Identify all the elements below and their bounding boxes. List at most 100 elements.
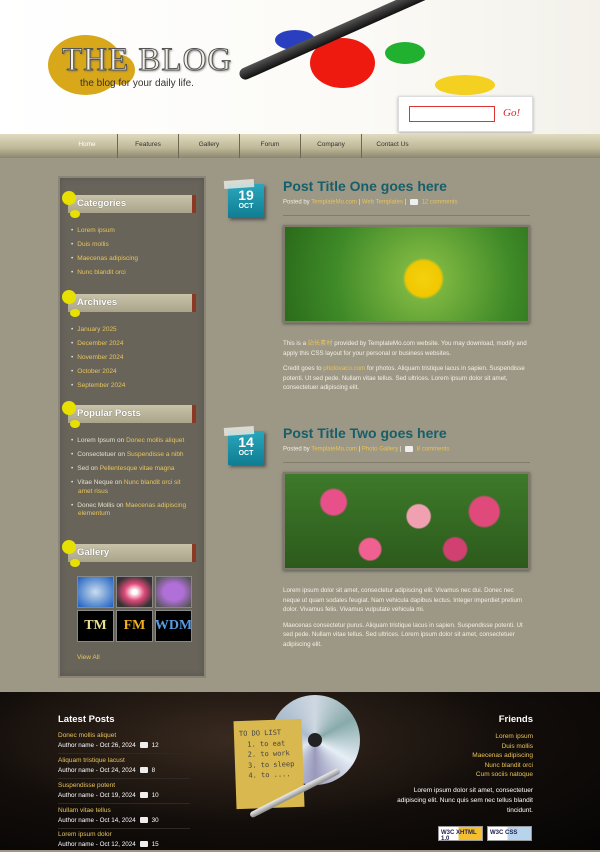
latest-post-item: Lorem ipsum dolor Author name - Oct 12, 2… (58, 831, 190, 852)
text: Credit goes to (283, 365, 324, 372)
latest-post-link[interactable]: Aliquam tristique lacust (58, 757, 190, 764)
comment-icon (139, 841, 148, 848)
comment-count: 10 (151, 792, 159, 799)
gallery-thumb-petunia[interactable] (155, 576, 192, 608)
comments-link[interactable]: 8 comments (417, 447, 450, 453)
comment-count: 12 (151, 742, 159, 749)
popular-link[interactable]: Pellentesque vitae magna (100, 465, 175, 472)
archive-link[interactable]: October 2024 (77, 368, 116, 375)
friend-link[interactable]: Lorem ipsum (495, 732, 533, 742)
category-link[interactable]: Maecenas adipiscing (77, 255, 138, 262)
list-item[interactable]: Lorem ipsum (77, 227, 193, 236)
paint-blob-icon (70, 559, 80, 567)
nav-features[interactable]: Features (118, 134, 179, 158)
latest-post-link[interactable]: Lorem ipsum dolor (58, 831, 190, 838)
nav-contact-us[interactable]: Contact Us (362, 134, 423, 158)
search-input[interactable] (409, 106, 495, 122)
latest-post-item: Donec mollis aliquet Author name - Oct 26… (58, 732, 190, 754)
separator: | (399, 446, 402, 453)
comment-icon (139, 767, 148, 774)
post-body: This is a 站长素材 provided by TemplateMo.co… (283, 339, 530, 399)
friend-link[interactable]: Cum sociis natoque (476, 770, 533, 780)
author-link[interactable]: TemplateMo.com (311, 447, 357, 453)
list-item: Vitae Neque on Nunc blandit orci sit ame… (77, 479, 193, 496)
author-link[interactable]: TemplateMo.com (311, 200, 357, 206)
list-item[interactable]: Maecenas adipiscing (77, 255, 193, 264)
archive-link[interactable]: December 2024 (77, 340, 123, 347)
post-image-yellow-flower[interactable] (283, 225, 530, 323)
gallery-thumb-fm[interactable]: FM (116, 610, 153, 642)
archive-link[interactable]: September 2024 (77, 382, 125, 389)
popular-author: Donec Mollis (77, 501, 115, 509)
category-link[interactable]: Web Templates (362, 200, 403, 206)
gallery-thumb-fish[interactable] (77, 576, 114, 608)
post-date-badge: 14 OCT (228, 431, 264, 465)
comment-icon (139, 742, 148, 749)
logo-title[interactable]: THE BLOG (61, 42, 232, 79)
paint-blob-icon (62, 290, 76, 304)
on-text: on (116, 501, 124, 509)
category-link[interactable]: Photo Gallery (362, 447, 398, 453)
friend-link[interactable]: Maecenas adipiscing (472, 751, 533, 761)
gallery-thumb-tm[interactable]: TM (77, 610, 114, 642)
categories-list: Lorem ipsum Duis mollis Maecenas adipisc… (77, 227, 193, 283)
post-month: OCT (238, 450, 254, 457)
latest-post-item: Aliquam tristique lacust Author name - Oc… (58, 757, 190, 779)
post-paragraph: This is a 站长素材 provided by TemplateMo.co… (283, 339, 530, 358)
list-item: Sed on Pellentesque vitae magna (77, 465, 193, 474)
gallery-thumb-carnation[interactable] (116, 576, 153, 608)
category-link[interactable]: Duis mollis (77, 241, 108, 248)
popular-link[interactable]: Suspendisse a nibh (127, 451, 184, 458)
w3c-xhtml-badge[interactable]: W3C XHTML 1.0 (438, 826, 483, 842)
post-title[interactable]: Post Title One goes here (283, 178, 447, 194)
latest-post-meta: Author name - Oct 19, 2024 (58, 792, 136, 799)
post-image-zinnias[interactable] (283, 472, 530, 570)
archive-link[interactable]: November 2024 (77, 354, 123, 361)
view-all-link[interactable]: View All (77, 654, 100, 661)
nav-home[interactable]: Home (57, 134, 118, 158)
post-paragraph: Lorem ipsum dolor sit amet, consectetur … (283, 587, 523, 613)
list-item[interactable]: November 2024 (77, 354, 193, 363)
search-go-button[interactable]: Go! (503, 107, 520, 119)
comment-icon (409, 199, 418, 205)
comment-count: 8 (151, 767, 156, 774)
popular-posts-heading: Popular Posts (62, 401, 196, 428)
post-day: 14 (238, 434, 254, 450)
list-item[interactable]: Nunc blandit orci (77, 269, 193, 278)
list-item[interactable]: December 2024 (77, 340, 193, 349)
todo-item: 4. to .... (248, 770, 291, 780)
popular-author: Lorem Ipsum (77, 437, 116, 444)
header: THE BLOG the blog for your daily life. G… (0, 0, 600, 134)
nav-forum[interactable]: Forum (240, 134, 301, 158)
list-item[interactable]: September 2024 (77, 382, 193, 391)
archives-title: Archives (77, 297, 118, 308)
latest-post-link[interactable]: Nullam vitae tellus (58, 807, 190, 814)
separator: | (358, 199, 361, 206)
nav-gallery[interactable]: Gallery (179, 134, 240, 158)
latest-post-link[interactable]: Donec mollis aliquet (58, 732, 190, 739)
sidebar: Categories Lorem ipsum Duis mollis Maece… (58, 176, 206, 678)
latest-post-meta: Author name - Oct 12, 2024 (58, 841, 136, 848)
list-item[interactable]: January 2025 (77, 326, 193, 335)
archive-link[interactable]: January 2025 (77, 326, 116, 333)
comments-link[interactable]: 12 comments (422, 200, 458, 206)
comment-icon (405, 446, 414, 452)
gallery-thumb-wdm[interactable]: WDM (155, 610, 192, 642)
list-item[interactable]: Duis mollis (77, 241, 193, 250)
inline-link[interactable]: photovaco.com (323, 365, 365, 372)
popular-posts-list: Lorem Ipsum on Donec mollis aliquet Cons… (77, 437, 193, 524)
category-link[interactable]: Nunc blandit orci (77, 269, 125, 276)
nav-company[interactable]: Company (301, 134, 362, 158)
category-link[interactable]: Lorem ipsum (77, 227, 115, 234)
paint-splat (385, 42, 425, 64)
list-item[interactable]: October 2024 (77, 368, 193, 377)
latest-post-meta: Author name - Oct 14, 2024 (58, 817, 136, 824)
popular-author: Vitae Neque (77, 479, 113, 486)
latest-posts-title: Latest Posts (58, 714, 115, 725)
inline-link[interactable]: 站长素材 (308, 340, 333, 347)
latest-post-link[interactable]: Suspendisse potent (58, 782, 190, 789)
w3c-css-badge[interactable]: W3C CSS (487, 826, 532, 841)
post-title[interactable]: Post Title Two goes here (283, 425, 447, 441)
list-item: Lorem Ipsum on Donec mollis aliquet (77, 437, 193, 446)
popular-link[interactable]: Donec mollis aliquet (126, 437, 184, 444)
